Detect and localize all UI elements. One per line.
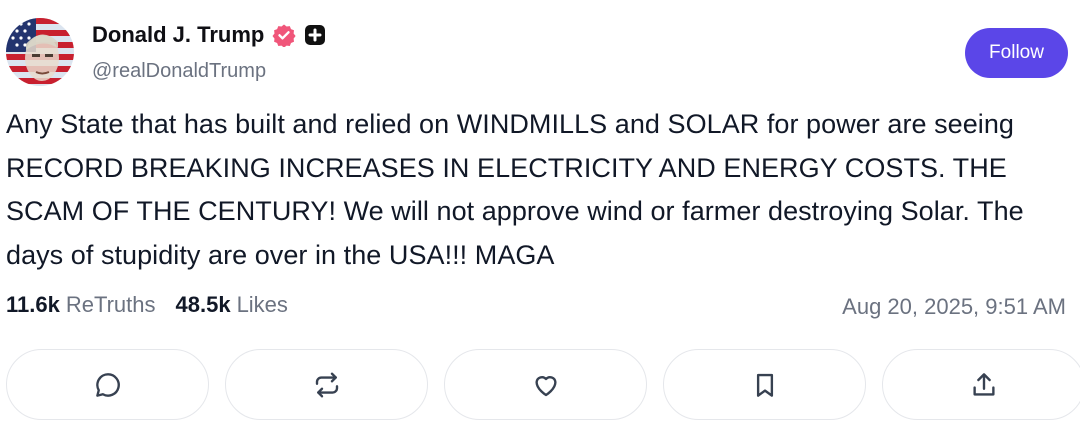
bookmark-icon: [756, 373, 773, 397]
verified-badge-icon: [272, 23, 296, 47]
reply-icon: [95, 372, 120, 397]
retruths-label: ReTruths: [65, 292, 156, 317]
retruths-count: 11.6k: [6, 292, 60, 317]
likes-label: Likes: [236, 292, 288, 317]
user-name-row: Donald J. Trump: [92, 22, 326, 48]
retruth-button[interactable]: [225, 349, 428, 420]
likes-stat[interactable]: 48.5k Likes: [176, 292, 288, 318]
share-button[interactable]: [882, 349, 1080, 420]
avatar-image: [6, 18, 74, 86]
likes-count: 48.5k: [175, 292, 231, 317]
bookmark-button[interactable]: [663, 349, 866, 420]
user-handle[interactable]: @realDonaldTrump: [92, 60, 266, 83]
retruths-stat[interactable]: 11.6k ReTruths: [6, 292, 156, 318]
post-timestamp[interactable]: Aug 20, 2025, 9:51 AM: [842, 294, 1066, 320]
display-name[interactable]: Donald J. Trump: [92, 22, 264, 48]
plus-badge-icon: [304, 24, 326, 46]
share-icon: [972, 372, 995, 396]
truth-post: Donald J. Trump @realDonaldTrump Follow …: [0, 0, 1080, 424]
post-text: Any State that has built and relied on W…: [6, 109, 1024, 270]
retruth-icon: [315, 372, 338, 397]
avatar[interactable]: [6, 18, 74, 86]
like-button[interactable]: [444, 349, 647, 420]
action-bar: [6, 349, 1080, 420]
post-stats: 11.6k ReTruths 48.5k Likes: [6, 292, 288, 318]
reply-button[interactable]: [6, 349, 209, 420]
like-heart-icon: [534, 375, 557, 396]
follow-button[interactable]: Follow: [965, 28, 1068, 78]
